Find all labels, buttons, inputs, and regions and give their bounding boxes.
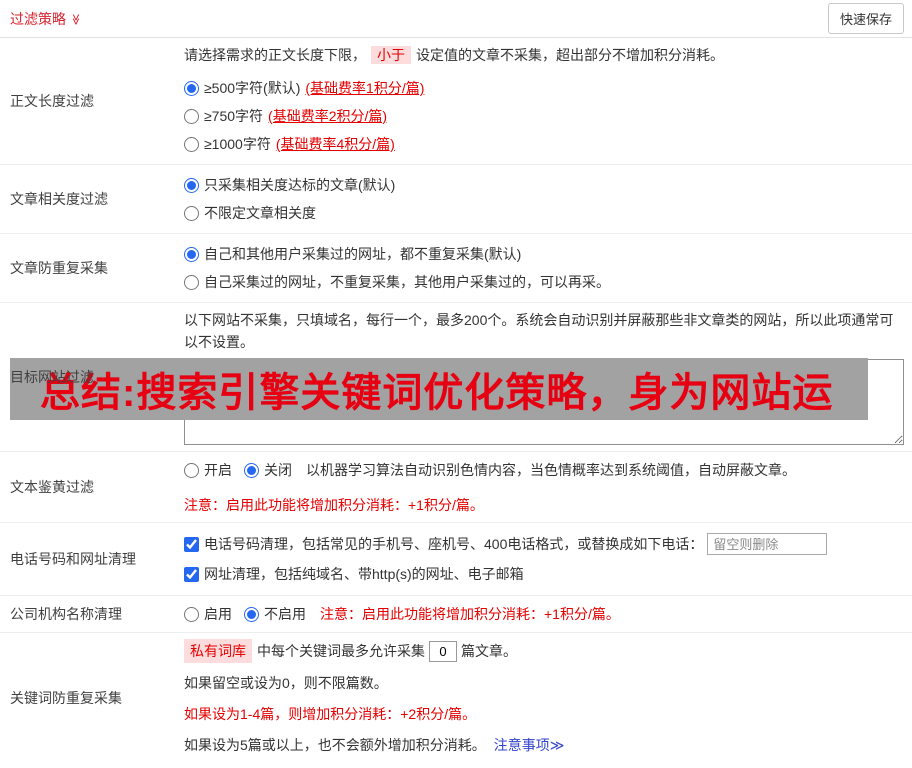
quick-save-button[interactable]: 快速保存 [827, 3, 904, 34]
dedup-self-only-option[interactable]: 自己采集过的网址，不重复采集，其他用户采集过的，可以再采。 [184, 268, 904, 296]
length-1000-option[interactable]: ≥1000字符 (基础费率4积分/篇) [184, 130, 904, 158]
dedup-all-users-option[interactable]: 自己和其他用户采集过的网址，都不重复采集(默认) [184, 240, 904, 268]
notes-link[interactable]: 注意事项≫ [494, 734, 565, 756]
phone-url-content: 电话号码清理，包括常见的手机号、座机号、400电话格式，或替换成如下电话： 网址… [176, 523, 912, 595]
keyword-dedup-line1-text: 中每个关键词最多允许采集 [257, 643, 425, 659]
porn-filter-desc: 以机器学习算法自动识别色情内容，当色情概率达到系统阈值，自动屏蔽文章。 [306, 462, 796, 478]
company-off-radio[interactable] [244, 606, 259, 622]
dedup-all-users-text: 自己和其他用户采集过的网址，都不重复采集(默认) [204, 246, 522, 262]
url-cleanup-line: 网址清理，包括纯域名、带http(s)的网址、电子邮箱 [184, 559, 904, 589]
porn-off-option[interactable]: 关闭 [244, 460, 292, 480]
porn-filter-options: 开启 关闭 以机器学习算法自动识别色情内容，当色情概率达到系统阈值，自动屏蔽文章… [184, 458, 904, 482]
porn-on-option[interactable]: 开启 [184, 460, 232, 480]
phone-cleanup-checkbox[interactable] [184, 536, 199, 552]
intro-post-text: 设定值的文章不采集，超出部分不增加积分消耗。 [416, 47, 724, 63]
topbar: 过滤策略 ≫ 快速保存 [0, 0, 912, 38]
chevron-down-icon: ≫ [69, 13, 82, 26]
body-length-intro: 请选择需求的正文长度下限， 小于 设定值的文章不采集，超出部分不增加积分消耗。 [184, 44, 904, 66]
length-750-option[interactable]: ≥750字符 (基础费率2积分/篇) [184, 102, 904, 130]
row-phone-url-cleanup: 电话号码和网址清理 电话号码清理，包括常见的手机号、座机号、400电话格式，或替… [0, 523, 912, 596]
phone-cleanup-line: 电话号码清理，包括常见的手机号、座机号、400电话格式，或替换成如下电话： [184, 529, 904, 559]
relevance-strict-text: 只采集相关度达标的文章(默认) [204, 177, 396, 193]
keyword-dedup-line2: 如果留空或设为0，则不限篇数。 [184, 675, 388, 691]
dedup-self-only-text: 自己采集过的网址，不重复采集，其他用户采集过的，可以再采。 [204, 274, 610, 290]
target-sites-desc: 以下网站不采集，只填域名，每行一个，最多200个。系统会自动识别并屏蔽那些非文章… [184, 312, 894, 350]
length-500-radio[interactable] [184, 80, 199, 96]
url-cleanup-text: 网址清理，包括纯域名、带http(s)的网址、电子邮箱 [204, 566, 524, 582]
length-500-fee-note: (基础费率1积分/篇) [305, 80, 425, 96]
relevance-content: 只采集相关度达标的文章(默认) 不限定文章相关度 [176, 165, 912, 233]
body-length-label: 正文长度过滤 [10, 93, 94, 109]
url-cleanup-checkbox[interactable] [184, 566, 199, 582]
porn-filter-content: 开启 关闭 以机器学习算法自动识别色情内容，当色情概率达到系统阈值，自动屏蔽文章… [176, 452, 912, 522]
dedup-all-users-radio[interactable] [184, 246, 199, 262]
dedup-content: 自己和其他用户采集过的网址，都不重复采集(默认) 自己采集过的网址，不重复采集，… [176, 234, 912, 302]
private-lexicon-tag: 私有词库 [184, 639, 252, 663]
less-than-highlight: 小于 [371, 46, 411, 64]
length-750-text: ≥750字符 [204, 108, 264, 124]
row-keyword-dedup: 关键词防重复采集 私有词库 中每个关键词最多允许采集 篇文章。 如果留空或设为0… [0, 633, 912, 762]
porn-off-text: 关闭 [264, 462, 292, 478]
keyword-dedup-line1: 私有词库 中每个关键词最多允许采集 篇文章。 [184, 639, 904, 663]
company-cleanup-content: 启用 不启用 注意：启用此功能将增加积分消耗：+1积分/篇。 [176, 596, 912, 632]
page-title[interactable]: 过滤策略 ≫ [10, 9, 82, 29]
porn-filter-label: 文本鉴黄过滤 [10, 479, 94, 495]
keyword-dedup-line4-text: 如果设为5篇或以上，也不会额外增加积分消耗。 [184, 737, 486, 753]
intro-pre-text: 请选择需求的正文长度下限， [184, 47, 366, 63]
porn-on-radio[interactable] [184, 462, 199, 478]
company-on-text: 启用 [204, 606, 232, 622]
url-cleanup-option[interactable]: 网址清理，包括纯域名、带http(s)的网址、电子邮箱 [184, 564, 524, 584]
porn-off-radio[interactable] [244, 462, 259, 478]
target-sites-label: 目标网站过滤 [10, 369, 94, 385]
keyword-dedup-line3: 如果设为1-4篇，则增加积分消耗：+2积分/篇。 [184, 706, 477, 722]
company-on-radio[interactable] [184, 606, 199, 622]
length-750-radio[interactable] [184, 108, 199, 124]
keyword-dedup-content: 私有词库 中每个关键词最多允许采集 篇文章。 如果留空或设为0，则不限篇数。 如… [176, 633, 912, 762]
row-body-length-filter: 正文长度过滤 请选择需求的正文长度下限， 小于 设定值的文章不采集，超出部分不增加积… [0, 38, 912, 165]
length-500-option[interactable]: ≥500字符(默认) (基础费率1积分/篇) [184, 74, 904, 102]
relevance-any-radio[interactable] [184, 205, 199, 221]
company-off-option[interactable]: 不启用 [244, 604, 306, 624]
max-articles-input[interactable] [429, 640, 457, 662]
filter-strategy-page: 过滤策略 ≫ 快速保存 正文长度过滤 请选择需求的正文长度下限， 小于 设定值的文章… [0, 0, 912, 768]
replacement-phone-input[interactable] [707, 533, 828, 555]
keyword-dedup-line4: 如果设为5篇或以上，也不会额外增加积分消耗。 注意事项≫ [184, 734, 904, 756]
row-dedup-collection: 文章防重复采集 自己和其他用户采集过的网址，都不重复采集(默认) 自己采集过的网… [0, 234, 912, 303]
dedup-label: 文章防重复采集 [10, 260, 108, 276]
company-on-option[interactable]: 启用 [184, 604, 232, 624]
length-1000-text: ≥1000字符 [204, 136, 271, 152]
relevance-any-option[interactable]: 不限定文章相关度 [184, 199, 904, 227]
phone-cleanup-text: 电话号码清理，包括常见的手机号、座机号、400电话格式，或替换成如下电话： [204, 536, 704, 552]
length-750-fee-note: (基础费率2积分/篇) [268, 108, 388, 124]
relevance-label: 文章相关度过滤 [10, 191, 108, 207]
body-length-content: 请选择需求的正文长度下限， 小于 设定值的文章不采集，超出部分不增加积分消耗。 ≥5… [176, 38, 912, 164]
keyword-dedup-line1-end: 篇文章。 [461, 643, 517, 659]
length-1000-radio[interactable] [184, 136, 199, 152]
phone-url-label: 电话号码和网址清理 [10, 551, 136, 567]
row-company-cleanup: 公司机构名称清理 启用 不启用 注意：启用此功能将增加积分消耗：+1积分/篇。 [0, 596, 912, 633]
porn-filter-note: 注意：启用此功能将增加积分消耗：+1积分/篇。 [184, 497, 484, 513]
relevance-strict-radio[interactable] [184, 177, 199, 193]
relevance-strict-option[interactable]: 只采集相关度达标的文章(默认) [184, 171, 904, 199]
company-off-text: 不启用 [264, 606, 306, 622]
phone-cleanup-option[interactable]: 电话号码清理，包括常见的手机号、座机号、400电话格式，或替换成如下电话： [184, 534, 703, 554]
row-relevance-filter: 文章相关度过滤 只采集相关度达标的文章(默认) 不限定文章相关度 [0, 165, 912, 234]
length-1000-fee-note: (基础费率4积分/篇) [275, 136, 395, 152]
length-500-text: ≥500字符(默认) [204, 80, 301, 96]
row-porn-filter: 文本鉴黄过滤 开启 关闭 以机器学习算法自动识别色情内容，当色情概率达到系统阈值… [0, 452, 912, 523]
company-cleanup-options: 启用 不启用 注意：启用此功能将增加积分消耗：+1积分/篇。 [184, 602, 904, 626]
relevance-any-text: 不限定文章相关度 [204, 205, 316, 221]
keyword-dedup-label: 关键词防重复采集 [10, 689, 122, 706]
page-title-text: 过滤策略 [10, 10, 66, 27]
porn-on-text: 开启 [204, 462, 232, 478]
company-cleanup-label: 公司机构名称清理 [10, 606, 122, 622]
dedup-self-only-radio[interactable] [184, 274, 199, 290]
company-cleanup-note: 注意：启用此功能将增加积分消耗：+1积分/篇。 [320, 606, 620, 622]
